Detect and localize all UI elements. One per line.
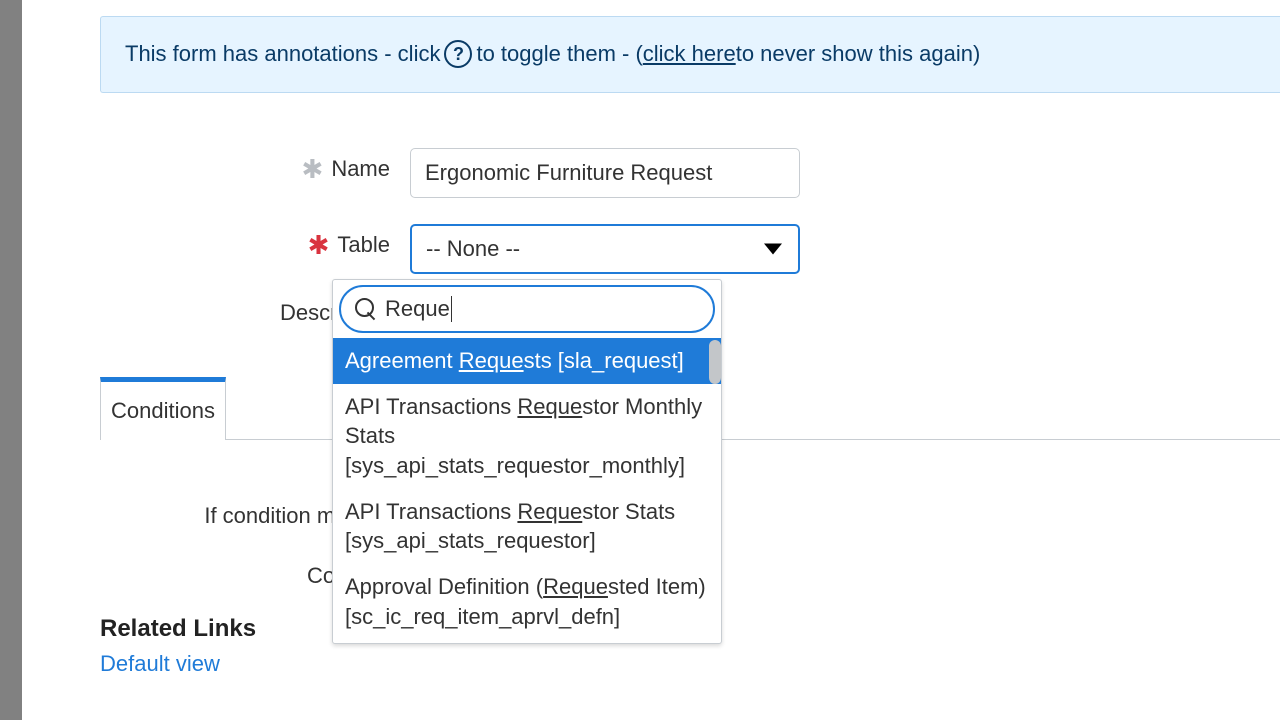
dropdown-search-input[interactable]	[339, 285, 715, 333]
dropdown-option-2[interactable]: API Transactions Requestor Stats [sys_ap…	[333, 489, 721, 564]
dropdown-option-1[interactable]: API Transactions Requestor Monthly Stats…	[333, 384, 721, 489]
banner-dismiss-link[interactable]: click here	[643, 39, 736, 70]
dropdown-option-0[interactable]: Agreement Requests [sla_request]	[333, 338, 721, 384]
text-caret	[451, 296, 452, 322]
row-table: ✱ Table -- None --	[100, 224, 1280, 274]
tab-conditions[interactable]: Conditions	[100, 377, 226, 440]
annotation-banner: This form has annotations - click ? to t…	[100, 16, 1280, 93]
required-indicator-filled: ✱	[302, 156, 324, 182]
banner-text-pre: This form has annotations - click	[125, 39, 440, 70]
table-select[interactable]: -- None --	[410, 224, 800, 274]
label-table: ✱ Table	[100, 224, 410, 258]
banner-text-post: to never show this again)	[736, 39, 981, 70]
name-input[interactable]	[410, 148, 800, 198]
form-content: This form has annotations - click ? to t…	[100, 0, 1280, 720]
dropdown-options: Agreement Requests [sla_request] API Tra…	[333, 338, 721, 643]
table-dropdown-panel: Agreement Requests [sla_request] API Tra…	[332, 279, 722, 644]
banner-text-mid: to toggle them - (	[476, 39, 642, 70]
dropdown-option-4[interactable]: Catalog Category Request User [catalog_c…	[333, 640, 721, 644]
dropdown-search-wrap	[333, 280, 721, 338]
dropdown-option-3[interactable]: Approval Definition (Requested Item) [sc…	[333, 564, 721, 639]
table-label-text: Table	[337, 232, 390, 258]
related-link-default-view[interactable]: Default view	[100, 651, 1280, 677]
vertical-scrollbar-gap	[22, 0, 45, 720]
table-select-value: -- None --	[426, 236, 520, 262]
row-name: ✱ Name	[100, 148, 1280, 198]
dropdown-scrollbar-thumb[interactable]	[709, 340, 721, 384]
label-name: ✱ Name	[100, 148, 410, 182]
name-label-text: Name	[331, 156, 390, 182]
required-indicator-missing: ✱	[308, 232, 330, 258]
chevron-down-icon	[764, 243, 782, 254]
help-icon[interactable]: ?	[444, 40, 472, 68]
vertical-scrollbar-track[interactable]	[0, 0, 45, 720]
